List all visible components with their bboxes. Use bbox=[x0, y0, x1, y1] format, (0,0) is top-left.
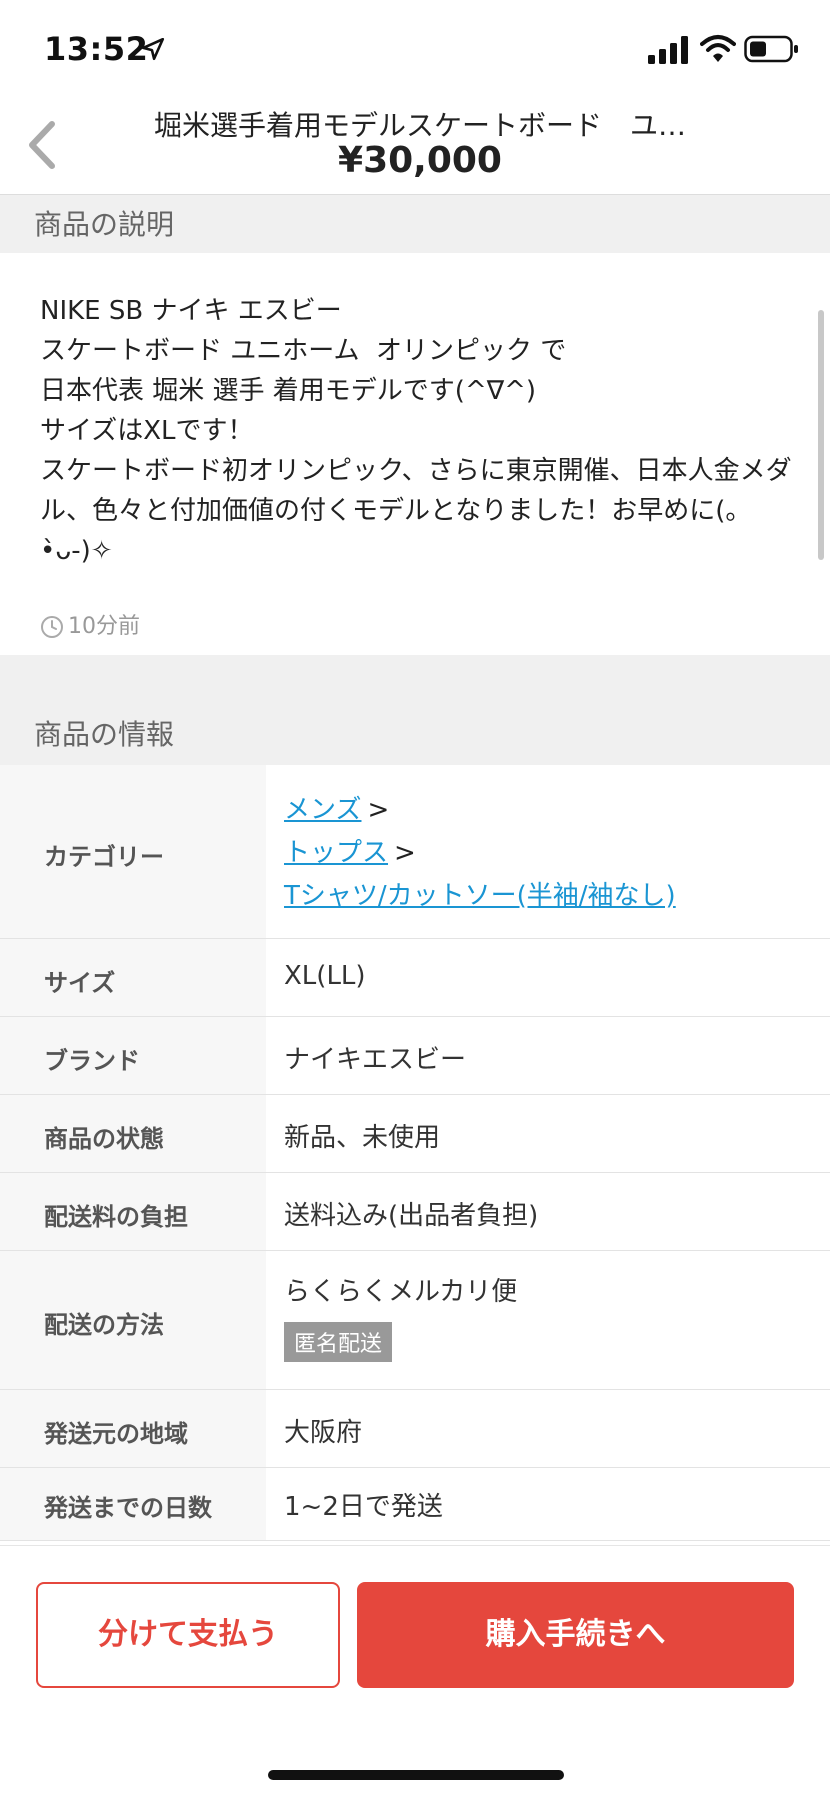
item-header: 堀米選手着用モデルスケートボード ユ… ¥30,000 bbox=[0, 100, 830, 195]
purchase-button[interactable]: 購入手続きへ bbox=[357, 1582, 794, 1688]
category-link-tops[interactable]: トップス bbox=[284, 838, 388, 868]
category-separator: > bbox=[394, 838, 416, 868]
anonymous-shipping-badge: 匿名配送 bbox=[284, 1322, 393, 1362]
posted-time: 10分前 bbox=[40, 608, 140, 640]
info-row-condition: 商品の状態 新品、未使用 bbox=[0, 1095, 830, 1173]
category-link-mens[interactable]: メンズ bbox=[284, 795, 361, 825]
category-link-tshirts[interactable]: Tシャツ/カットソー(半袖/袖なし) bbox=[284, 881, 676, 911]
ship-days-value: 1~2日で発送 bbox=[284, 1492, 443, 1522]
item-title: 堀米選手着用モデルスケートボード ユ… bbox=[153, 109, 686, 142]
ship-from-label: 発送元の地域 bbox=[44, 1420, 188, 1448]
description-section-title: 商品の説明 bbox=[34, 208, 175, 241]
info-row-category: カテゴリー メンズ > トップス > Tシャツ/カットソー(半袖/袖なし) bbox=[0, 765, 830, 939]
description-text: NIKE SB ナイキ エスビー スケートボード ユニホーム オリンピック で … bbox=[40, 296, 792, 566]
ship-days-label: 発送までの日数 bbox=[44, 1494, 212, 1522]
info-row-ship-days: 発送までの日数 1~2日で発送 bbox=[0, 1468, 830, 1541]
chevron-left-icon[interactable] bbox=[24, 118, 60, 172]
size-value: XL(LL) bbox=[284, 961, 366, 991]
status-time: 13:52 bbox=[44, 30, 149, 68]
brand-label: ブランド bbox=[44, 1047, 140, 1075]
status-bar: 13:52 bbox=[0, 0, 830, 100]
shipping-fee-label: 配送料の負担 bbox=[44, 1203, 188, 1231]
home-indicator[interactable] bbox=[268, 1770, 564, 1780]
info-row-size: サイズ XL(LL) bbox=[0, 939, 830, 1017]
shipping-method-value: らくらくメルカリ便 bbox=[284, 1277, 518, 1307]
size-label: サイズ bbox=[44, 969, 116, 997]
wifi-icon bbox=[700, 35, 736, 62]
description-panel: NIKE SB ナイキ エスビー スケートボード ユニホーム オリンピック で … bbox=[0, 253, 830, 655]
shipping-method-label: 配送の方法 bbox=[44, 1311, 164, 1339]
battery-icon bbox=[744, 35, 798, 63]
category-label: カテゴリー bbox=[44, 843, 164, 871]
condition-value: 新品、未使用 bbox=[284, 1123, 441, 1153]
info-row-shipping-method: 配送の方法 らくらくメルカリ便 匿名配送 bbox=[0, 1251, 830, 1390]
scrollbar[interactable] bbox=[818, 310, 824, 560]
location-arrow-icon bbox=[141, 37, 165, 61]
brand-link[interactable]: ナイキエスビー bbox=[284, 1039, 466, 1076]
info-row-ship-from: 発送元の地域 大阪府 bbox=[0, 1390, 830, 1468]
clock-icon bbox=[41, 616, 63, 638]
bottom-action-bar: 分けて支払う 購入手続きへ bbox=[0, 1545, 830, 1798]
info-table: カテゴリー メンズ > トップス > Tシャツ/カットソー(半袖/袖なし) サイズ … bbox=[0, 765, 830, 1541]
item-price: ¥30,000 bbox=[338, 140, 502, 181]
description-section-header: 商品の説明 bbox=[0, 195, 830, 253]
shipping-fee-value: 送料込み(出品者負担) bbox=[284, 1201, 539, 1231]
split-payment-button[interactable]: 分けて支払う bbox=[36, 1582, 340, 1688]
ship-from-value: 大阪府 bbox=[284, 1418, 363, 1448]
info-row-brand: ブランド ナイキエスビー bbox=[0, 1017, 830, 1095]
info-row-shipping-fee: 配送料の負担 送料込み(出品者負担) bbox=[0, 1173, 830, 1251]
posted-time-label: 10分前 bbox=[68, 614, 140, 639]
signal-icon bbox=[648, 36, 688, 64]
category-separator: > bbox=[367, 795, 390, 825]
condition-label: 商品の状態 bbox=[44, 1125, 164, 1153]
info-section-header: 商品の情報 bbox=[0, 655, 830, 765]
info-section-title: 商品の情報 bbox=[34, 718, 175, 751]
